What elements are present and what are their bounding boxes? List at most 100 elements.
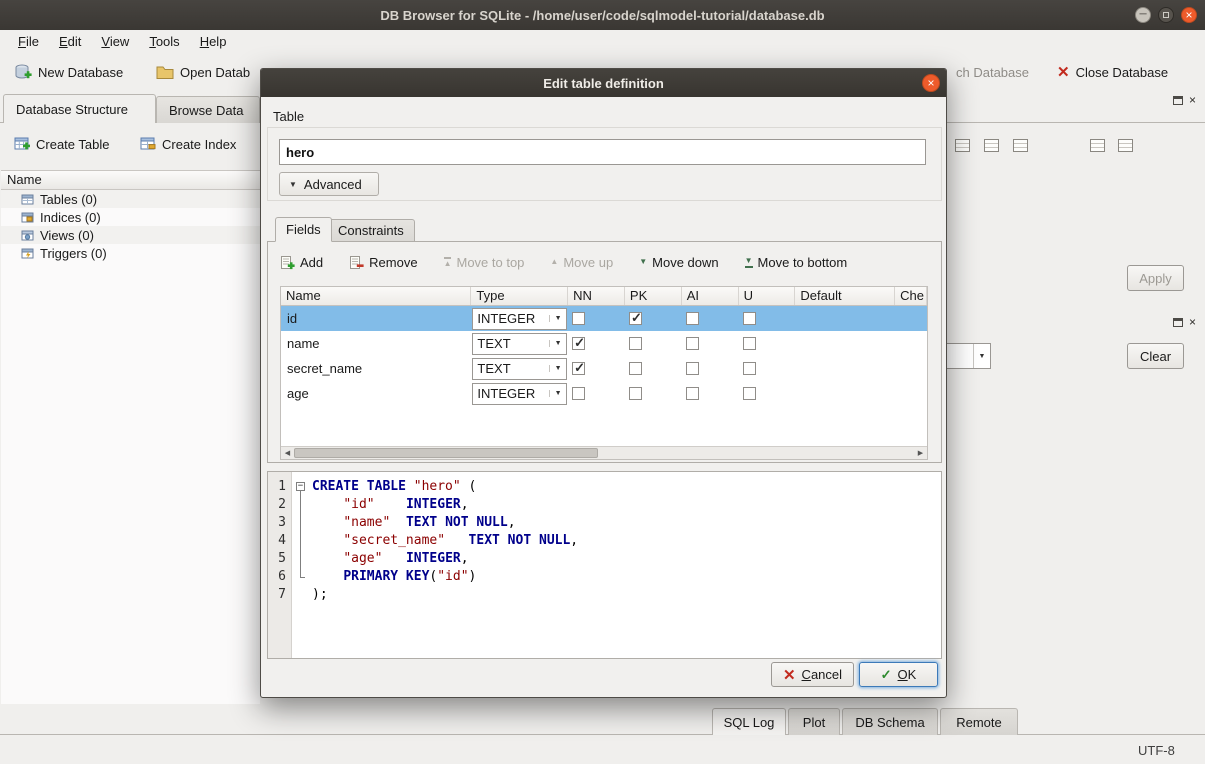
maximize-button[interactable] [1158,7,1174,23]
nn-cell [568,331,625,356]
type-combobox[interactable]: TEXT▼ [472,358,567,380]
nn-checkbox[interactable] [572,337,585,350]
tree-header-name[interactable]: Name [1,171,260,190]
clear-button[interactable]: Clear [1127,343,1184,369]
pk-checkbox[interactable] [629,312,642,325]
cell-editor-icon [1118,139,1133,152]
tree-item-tables[interactable]: Tables (0) [1,190,260,208]
move-up-button[interactable]: ▲ Move up [550,255,613,270]
filter-combobox[interactable]: ▼ [945,343,991,369]
column-header-u[interactable]: U [739,287,796,305]
tab-sql-log[interactable]: SQL Log [712,708,786,735]
column-header-type[interactable]: Type [471,287,568,305]
column-header-default[interactable]: Default [795,287,895,305]
table-label: Table [273,109,304,124]
nn-checkbox[interactable] [572,312,585,325]
move-to-top-button[interactable]: ▲ Move to top [444,255,525,270]
ai-checkbox[interactable] [686,387,699,400]
tree-item-views[interactable]: Views (0) [1,226,260,244]
u-cell [739,331,796,356]
column-header-ai[interactable]: AI [682,287,739,305]
tab-remote[interactable]: Remote [940,708,1018,735]
sql-preview-editor[interactable]: 1 2 3 4 5 6 7 − CREATE TABLE "hero" ( "i… [267,471,942,659]
field-type-cell: INTEGER▼ [471,381,568,406]
u-checkbox[interactable] [743,312,756,325]
type-combobox[interactable]: TEXT▼ [472,333,567,355]
ai-checkbox[interactable] [686,362,699,375]
field-name: name [281,331,471,356]
close-database-button[interactable]: ✕ Close Database [1053,58,1172,86]
code-fold-icon[interactable]: − [296,482,305,491]
menu-edit[interactable]: Edit [49,32,91,51]
move-to-bottom-button[interactable]: ▼ Move to bottom [745,255,848,270]
menu-tools[interactable]: Tools [139,32,189,51]
pk-checkbox[interactable] [629,387,642,400]
scroll-left-icon[interactable]: ◀ [281,447,294,459]
tab-plot[interactable]: Plot [788,708,840,735]
menu-view[interactable]: View [91,32,139,51]
create-table-button[interactable]: Create Table [10,131,113,157]
search-database-button[interactable]: ch Database [952,58,1033,86]
dock-close-icon[interactable]: × [1189,318,1196,327]
field-row-secret-name[interactable]: secret_name TEXT▼ [281,356,927,381]
nn-checkbox[interactable] [572,362,585,375]
scroll-right-icon[interactable]: ▶ [914,447,927,459]
u-checkbox[interactable] [743,337,756,350]
new-database-button[interactable]: New Database [10,58,127,86]
minimize-button[interactable]: ─ [1135,7,1151,23]
ai-checkbox[interactable] [686,312,699,325]
dock-float-icon[interactable] [1173,318,1183,327]
field-row-age[interactable]: age INTEGER▼ [281,381,927,406]
ai-checkbox[interactable] [686,337,699,350]
chevron-down-icon: ▼ [549,315,566,322]
sql-line: PRIMARY KEY("id") [312,568,939,586]
check-cell [895,356,927,381]
nn-checkbox[interactable] [572,387,585,400]
cell-editor-button-5[interactable] [1113,133,1137,157]
horizontal-scrollbar[interactable]: ◀ ▶ [281,446,927,459]
column-header-pk[interactable]: PK [625,287,682,305]
tree-item-indices[interactable]: Indices (0) [1,208,260,226]
cancel-button[interactable]: ✕ Cancel [771,662,854,687]
close-button[interactable]: × [1181,7,1197,23]
column-header-nn[interactable]: NN [568,287,625,305]
tab-fields[interactable]: Fields [275,217,332,242]
table-name-input[interactable] [279,139,926,165]
tab-browse-data[interactable]: Browse Data [156,96,260,123]
add-field-button[interactable]: Add [280,255,323,270]
apply-button[interactable]: Apply [1127,265,1184,291]
column-header-name[interactable]: Name [281,287,471,305]
remove-field-button[interactable]: Remove [349,255,417,270]
ok-button[interactable]: ✓ OK [859,662,938,687]
tree-item-triggers[interactable]: Triggers (0) [1,244,260,262]
cell-editor-button-2[interactable] [979,133,1003,157]
field-row-id[interactable]: id INTEGER▼ [281,306,927,331]
tab-db-schema[interactable]: DB Schema [842,708,938,735]
tab-database-structure[interactable]: Database Structure [3,94,156,123]
pk-checkbox[interactable] [629,337,642,350]
u-checkbox[interactable] [743,362,756,375]
advanced-toggle[interactable]: ▼ Advanced [279,172,379,196]
cell-editor-button-3[interactable] [1008,133,1032,157]
cell-editor-button-1[interactable] [950,133,974,157]
scrollbar-thumb[interactable] [294,448,598,458]
field-row-name[interactable]: name TEXT▼ [281,331,927,356]
cell-editor-button-4[interactable] [1085,133,1109,157]
dock-float-icon[interactable] [1173,96,1183,105]
column-header-check[interactable]: Che [895,287,927,305]
menu-help[interactable]: Help [190,32,237,51]
ai-cell [682,331,739,356]
create-index-button[interactable]: Create Index [136,131,240,157]
dialog-close-button[interactable]: × [922,74,940,92]
dock-close-icon[interactable]: × [1189,96,1196,105]
u-checkbox[interactable] [743,387,756,400]
open-database-button[interactable]: Open Datab [152,58,260,86]
pk-checkbox[interactable] [629,362,642,375]
move-down-button[interactable]: ▼ Move down [639,255,718,270]
type-combobox[interactable]: INTEGER▼ [472,383,567,405]
default-cell [795,331,895,356]
chevron-down-icon: ▼ [289,180,297,189]
tab-constraints[interactable]: Constraints [327,219,415,242]
type-combobox[interactable]: INTEGER▼ [472,308,567,330]
menu-file[interactable]: File [8,32,49,51]
